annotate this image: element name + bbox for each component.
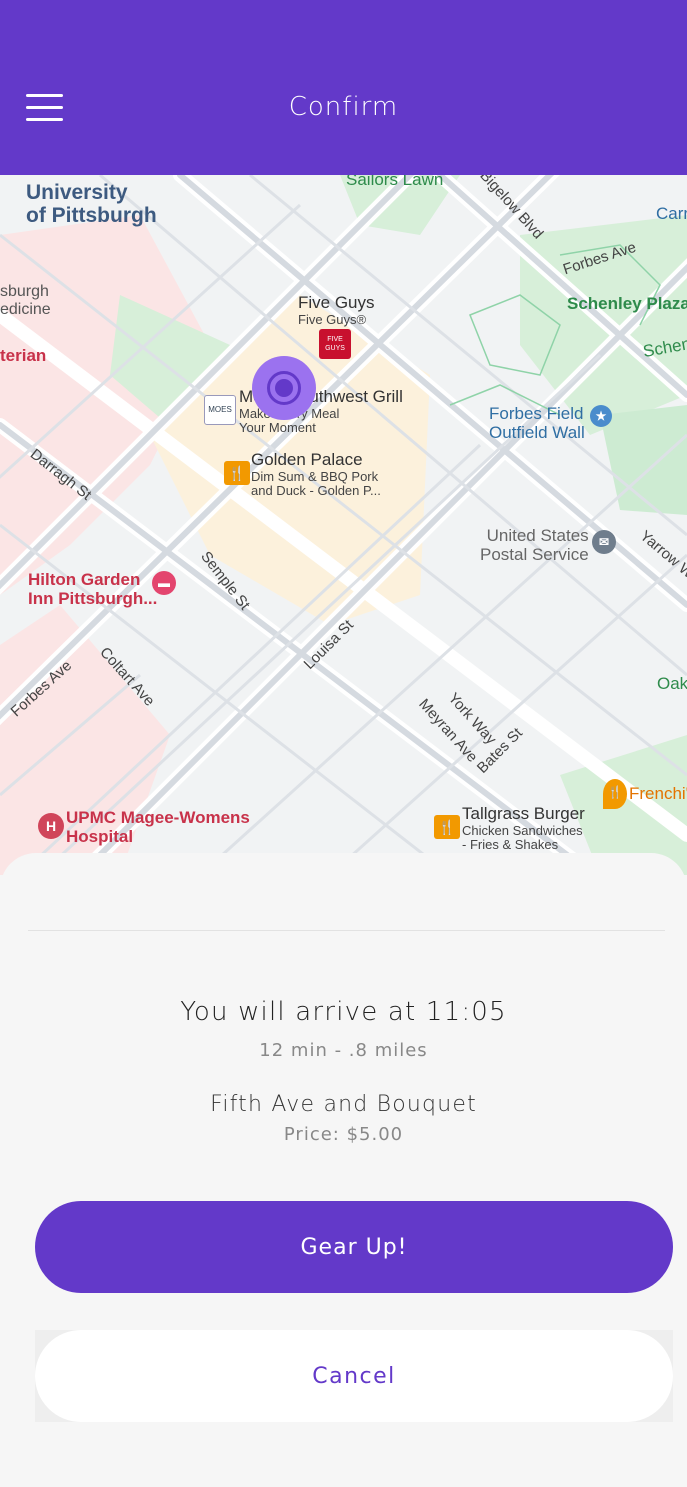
map-label-oak: Oak bbox=[657, 674, 687, 693]
map-base bbox=[0, 175, 687, 875]
eta-distance-text: 12 min - .8 miles bbox=[259, 1040, 428, 1061]
five-guys-sub: Five Guys® bbox=[298, 311, 367, 327]
map-label-hilton: Hilton Garden Inn Pittsburgh... bbox=[28, 570, 158, 608]
restaurant-icon-tallgrass[interactable]: 🍴 bbox=[434, 815, 460, 839]
gear-up-button[interactable]: Gear Up! bbox=[35, 1201, 673, 1293]
map-label-veterian: terian bbox=[0, 346, 47, 365]
tallgrass-sub: Chicken Sandwiches - Fries & Shakes bbox=[462, 822, 583, 852]
moes-logo-icon[interactable]: MOES bbox=[204, 395, 236, 425]
tallgrass-name: Tallgrass Burger bbox=[462, 804, 585, 823]
golden-palace-name: Golden Palace bbox=[251, 450, 363, 469]
map-label-frenchi: Frenchi' bbox=[629, 784, 687, 803]
current-location-pin[interactable] bbox=[252, 356, 316, 420]
price-text: Price: $5.00 bbox=[283, 1124, 404, 1145]
golden-palace-sub: Dim Sum & BBQ Pork and Duck - Golden P..… bbox=[251, 468, 381, 498]
destination-text: Fifth Ave and Bouquet bbox=[210, 1092, 477, 1117]
location-ring-icon bbox=[267, 371, 301, 405]
cancel-button-container: Cancel bbox=[35, 1330, 673, 1422]
restaurant-pin-icon[interactable]: 🍴 bbox=[603, 779, 627, 809]
map-label-tallgrass: Tallgrass Burger Chicken Sandwiches - Fr… bbox=[462, 804, 585, 852]
mail-icon[interactable]: ✉ bbox=[592, 530, 616, 554]
hotel-icon[interactable]: ▬ bbox=[152, 571, 176, 595]
cancel-button[interactable]: Cancel bbox=[35, 1330, 673, 1422]
route-map[interactable]: University of Pittsburgh Sailors Lawn Bi… bbox=[0, 175, 687, 875]
landmark-icon[interactable]: ★ bbox=[590, 405, 612, 427]
page-title: Confirm bbox=[288, 92, 399, 122]
sheet-divider bbox=[28, 930, 665, 931]
five-guys-name: Five Guys bbox=[298, 293, 375, 312]
map-label-golden-palace: Golden Palace Dim Sum & BBQ Pork and Duc… bbox=[251, 450, 381, 498]
map-label-sailors-lawn: Sailors Lawn bbox=[346, 175, 444, 189]
hospital-icon[interactable]: H bbox=[38, 813, 64, 839]
map-label-upmc-medicine: sburgh edicine bbox=[0, 283, 51, 318]
map-label-schenley-plaza: Schenley Plaza bbox=[567, 294, 687, 313]
arrival-time-text: You will arrive at 11:05 bbox=[180, 997, 507, 1027]
map-label-five-guys: Five Guys Five Guys® bbox=[298, 293, 375, 327]
map-label-university: University of Pittsburgh bbox=[26, 181, 157, 228]
map-label-upmc-magee: UPMC Magee-Womens Hospital bbox=[66, 808, 250, 846]
trip-summary-sheet: You will arrive at 11:05 12 min - .8 mil… bbox=[0, 853, 687, 1487]
restaurant-icon[interactable]: 🍴 bbox=[224, 461, 250, 485]
map-label-usps: United States Postal Service bbox=[480, 526, 589, 564]
map-label-carr: Carr bbox=[656, 204, 687, 223]
app-header: Confirm bbox=[0, 0, 687, 175]
five-guys-logo-icon[interactable]: FIVE GUYS bbox=[319, 329, 351, 359]
map-label-forbes-field: Forbes Field Outfield Wall bbox=[489, 404, 585, 442]
